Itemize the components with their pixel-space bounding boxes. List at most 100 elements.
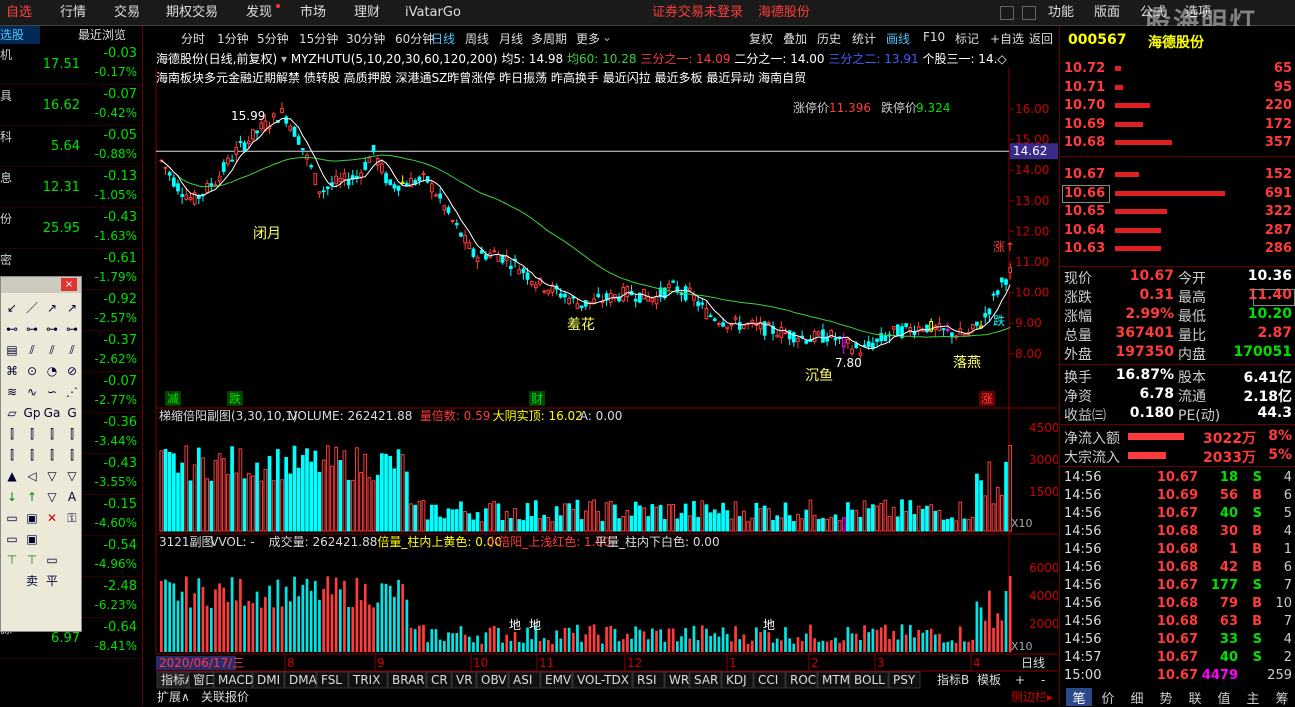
draw-tool-icon[interactable]: ◁ [23, 467, 41, 485]
draw-tool-icon[interactable]: ▣ [23, 509, 41, 527]
draw-tool-icon[interactable]: ↙ [3, 299, 21, 317]
draw-tool-icon[interactable]: ⫿ [63, 446, 81, 464]
quote-bottom-tab[interactable]: 联 [1182, 688, 1208, 707]
stock-change: -0.03 [103, 46, 137, 61]
order-price: 10.72 [1064, 61, 1106, 76]
draw-tool-icon[interactable]: ⊶ [63, 320, 81, 338]
draw-tool-icon[interactable]: ⫽ [23, 341, 41, 359]
draw-tool-icon[interactable]: ⫿ [43, 446, 61, 464]
close-icon[interactable]: × [61, 278, 77, 291]
tab-stock-picker[interactable]: 选股 [0, 26, 40, 44]
draw-tool-icon[interactable]: ／ [23, 299, 41, 317]
draw-tool-icon[interactable]: A [63, 488, 81, 506]
draw-tool-icon[interactable]: ▽ [43, 488, 61, 506]
volume-bar [417, 500, 422, 532]
draw-tool-icon[interactable]: ▽ [43, 467, 61, 485]
draw-tool-icon[interactable]: ↗ [63, 299, 81, 317]
draw-tool-icon[interactable]: ▤ [3, 341, 21, 359]
draw-tool-icon[interactable]: ⊷ [3, 320, 21, 338]
quote-bottom-tab[interactable]: 细 [1124, 688, 1150, 707]
list-item[interactable]: 具 16.62 -0.07 -0.42% [0, 85, 142, 126]
draw-tool-icon[interactable]: ⫿ [63, 425, 81, 443]
quote-bottom-tab[interactable]: 值 [1211, 688, 1237, 707]
list-item[interactable]: 机 17.51 -0.03 -0.17% [0, 44, 142, 85]
menu-discover[interactable]: 发现 [246, 0, 272, 26]
volume-bar [296, 467, 301, 532]
draw-tool-icon[interactable]: ▣ [23, 530, 41, 548]
menu-market[interactable]: 行情 [60, 0, 86, 26]
draw-tool-icon[interactable]: ⊘ [63, 362, 81, 380]
menu-watchlist[interactable]: 自选 [6, 0, 32, 26]
quote-bottom-tab[interactable]: 笔 [1066, 688, 1092, 707]
window-menu-icon[interactable] [1000, 6, 1014, 20]
draw-tool-icon[interactable]: ⫿ [23, 446, 41, 464]
draw-tool-icon[interactable]: ∿ [23, 383, 41, 401]
volume-bar [346, 479, 351, 532]
draw-tool-icon[interactable]: ↗ [43, 299, 61, 317]
candle-body [783, 332, 788, 335]
draw-tool-icon[interactable]: ▲ [3, 467, 21, 485]
tick-price: 10.67 [1156, 650, 1198, 665]
stock-change-pct: -4.96% [94, 557, 137, 571]
sub-volume-bar [388, 585, 392, 652]
draw-tool-icon[interactable]: ∽ [43, 383, 61, 401]
window-restore-icon[interactable] [1022, 6, 1036, 20]
draw-tool-icon[interactable]: ⋰ [63, 383, 81, 401]
draw-tool-icon[interactable]: ⫿ [43, 425, 61, 443]
list-item[interactable]: 科 5.64 -0.05 -0.88% [0, 126, 142, 167]
draw-tool-icon[interactable]: ⌘ [3, 362, 21, 380]
list-item[interactable]: 息 12.31 -0.13 -1.05% [0, 167, 142, 208]
stock-change-pct: -1.79% [94, 270, 137, 284]
draw-tool-icon[interactable]: ▭ [43, 551, 61, 569]
tab-recent[interactable]: 最近浏览 [78, 26, 126, 44]
login-status[interactable]: 证券交易未登录 [652, 0, 743, 26]
volume-bar [550, 521, 555, 532]
draw-tool-icon[interactable]: ⊤ [23, 551, 41, 569]
draw-tool-icon[interactable]: ⊙ [23, 362, 41, 380]
draw-tool-icon[interactable]: ↑ [23, 488, 41, 506]
draw-tool-icon[interactable]: ⫿ [3, 425, 21, 443]
order-volume: 152 [1264, 167, 1292, 182]
draw-tool-icon[interactable]: ▽ [63, 467, 81, 485]
draw-tool-icon[interactable]: ⫿ [3, 446, 21, 464]
draw-tool-icon[interactable]: ≋ [3, 383, 21, 401]
quote-bottom-tab[interactable]: 势 [1153, 688, 1179, 707]
menu-trade[interactable]: 交易 [114, 0, 140, 26]
sub-volume-bar [576, 624, 579, 652]
volume-bar [221, 458, 226, 532]
list-item[interactable]: 份 25.95 -0.43 -1.63% [0, 208, 142, 249]
kline-svg[interactable]: 16.0015.0014.0013.0012.0011.0010.009.008… [153, 26, 1058, 706]
menu-finance[interactable]: 理财 [354, 0, 380, 26]
draw-tool-icon[interactable]: ⫽ [63, 341, 81, 359]
draw-tool-icon[interactable]: ⊶ [43, 320, 61, 338]
draw-tool-icon[interactable]: ⫽ [43, 341, 61, 359]
volume-bar [558, 515, 563, 532]
draw-tool-icon[interactable]: ⊤ [3, 551, 21, 569]
draw-tool-icon[interactable]: Ga [43, 404, 61, 422]
quote-bottom-tab[interactable]: 价 [1095, 688, 1121, 707]
draw-tool-icon[interactable]: Gp [23, 404, 41, 422]
stock-change: -0.37 [103, 333, 137, 348]
draw-tool-icon[interactable]: 卖 [23, 572, 41, 590]
draw-tool-icon[interactable]: ✕ [43, 509, 61, 527]
sub-volume-bar [596, 634, 600, 652]
menu-markets[interactable]: 市场 [300, 0, 326, 26]
draw-tool-icon[interactable]: ⚿ [63, 509, 81, 527]
menu-ivatargo[interactable]: iVatarGo [405, 0, 461, 26]
draw-tool-icon[interactable]: ▭ [3, 509, 21, 527]
draw-tool-icon[interactable]: ▭ [3, 530, 21, 548]
draw-tool-icon[interactable]: ◔ [43, 362, 61, 380]
draw-tool-icon[interactable]: 平 [43, 572, 61, 590]
stock-link[interactable]: 海德股份 [758, 0, 810, 26]
draw-tool-icon[interactable]: ⫿ [23, 425, 41, 443]
draw-tool-icon[interactable]: ⏥ [3, 404, 21, 422]
menu-layout[interactable]: 版面 [1094, 0, 1120, 26]
draw-tool-icon[interactable]: ⊶ [23, 320, 41, 338]
draw-tool-icon[interactable]: G [63, 404, 81, 422]
quote-bottom-tab[interactable]: 主 [1240, 688, 1266, 707]
volume-bar [355, 447, 359, 532]
draw-tool-icon[interactable]: ↓ [3, 488, 21, 506]
menu-options[interactable]: 期权交易 [166, 0, 218, 26]
quote-bottom-tab[interactable]: 筹 [1269, 688, 1295, 707]
menu-function[interactable]: 功能 [1048, 0, 1074, 26]
